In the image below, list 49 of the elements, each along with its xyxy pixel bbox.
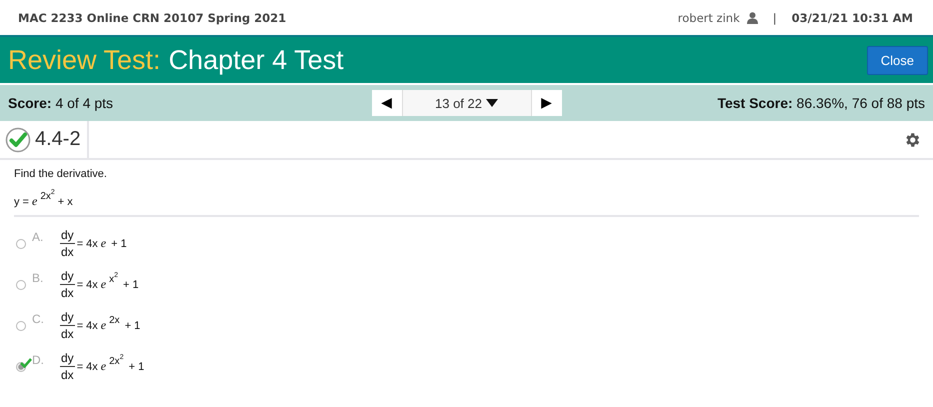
equation-exponent: 2x$^{2}$ bbox=[40, 189, 55, 202]
exponential-base: e bbox=[100, 318, 106, 333]
separator: | bbox=[772, 10, 777, 24]
equation-tail: + 1 bbox=[123, 279, 139, 291]
option-letter: C. bbox=[32, 312, 45, 326]
radio-button[interactable] bbox=[16, 320, 26, 330]
denominator: dx bbox=[61, 326, 74, 341]
radio-button[interactable] bbox=[16, 280, 26, 290]
option-letter: B. bbox=[32, 271, 44, 285]
review-test-label: Review Test: bbox=[8, 44, 161, 76]
numerator: dy bbox=[60, 269, 75, 285]
user-icon bbox=[746, 12, 758, 24]
option-letter: D. bbox=[32, 353, 45, 367]
user-name: robert zink bbox=[678, 10, 740, 24]
coefficient: = 4x bbox=[76, 320, 98, 332]
exponential-base: e bbox=[100, 277, 106, 292]
equation-tail: + x bbox=[58, 196, 73, 208]
close-button[interactable]: Close bbox=[866, 46, 928, 74]
exponent: x$^{2}$ bbox=[109, 272, 118, 285]
exponential-base: e bbox=[100, 236, 106, 251]
option-letter: A. bbox=[32, 230, 44, 244]
test-title: Chapter 4 Test bbox=[168, 44, 344, 76]
denominator: dx bbox=[61, 244, 74, 259]
score-text: Score: 4 of 4 pts bbox=[8, 95, 114, 111]
coefficient: = 4x bbox=[76, 279, 98, 291]
exponent: 2x bbox=[109, 315, 120, 326]
coefficient: = 4x bbox=[76, 361, 98, 373]
numerator: dy bbox=[60, 310, 75, 326]
radio-button[interactable] bbox=[16, 238, 26, 248]
denominator: dx bbox=[61, 367, 74, 382]
equation-base: e bbox=[32, 194, 38, 209]
equation-tail: + 1 bbox=[111, 238, 127, 250]
question-prompt: Find the derivative. bbox=[14, 168, 108, 180]
test-score-text: Test Score: 86.36%, 76 of 88 pts bbox=[717, 95, 925, 111]
caret-icon bbox=[486, 99, 498, 107]
equation-tail: + 1 bbox=[128, 361, 144, 373]
question-number: 4.4-2 bbox=[35, 128, 81, 151]
equation-tail: + 1 bbox=[124, 320, 140, 332]
coefficient: = 4x bbox=[76, 238, 98, 250]
exponential-base: e bbox=[100, 359, 106, 374]
equation-lhs: y = bbox=[14, 196, 29, 208]
course-title: MAC 2233 Online CRN 20107 Spring 2021 bbox=[18, 10, 286, 24]
check-icon bbox=[20, 358, 32, 368]
question-selector[interactable]: 13 of 22 bbox=[402, 90, 532, 116]
date-time: 03/21/21 10:31 AM bbox=[792, 10, 913, 24]
numerator: dy bbox=[60, 228, 75, 244]
exponent: 2x$^{2}$ bbox=[109, 354, 124, 367]
numerator: dy bbox=[60, 351, 75, 367]
denominator: dx bbox=[61, 285, 74, 300]
